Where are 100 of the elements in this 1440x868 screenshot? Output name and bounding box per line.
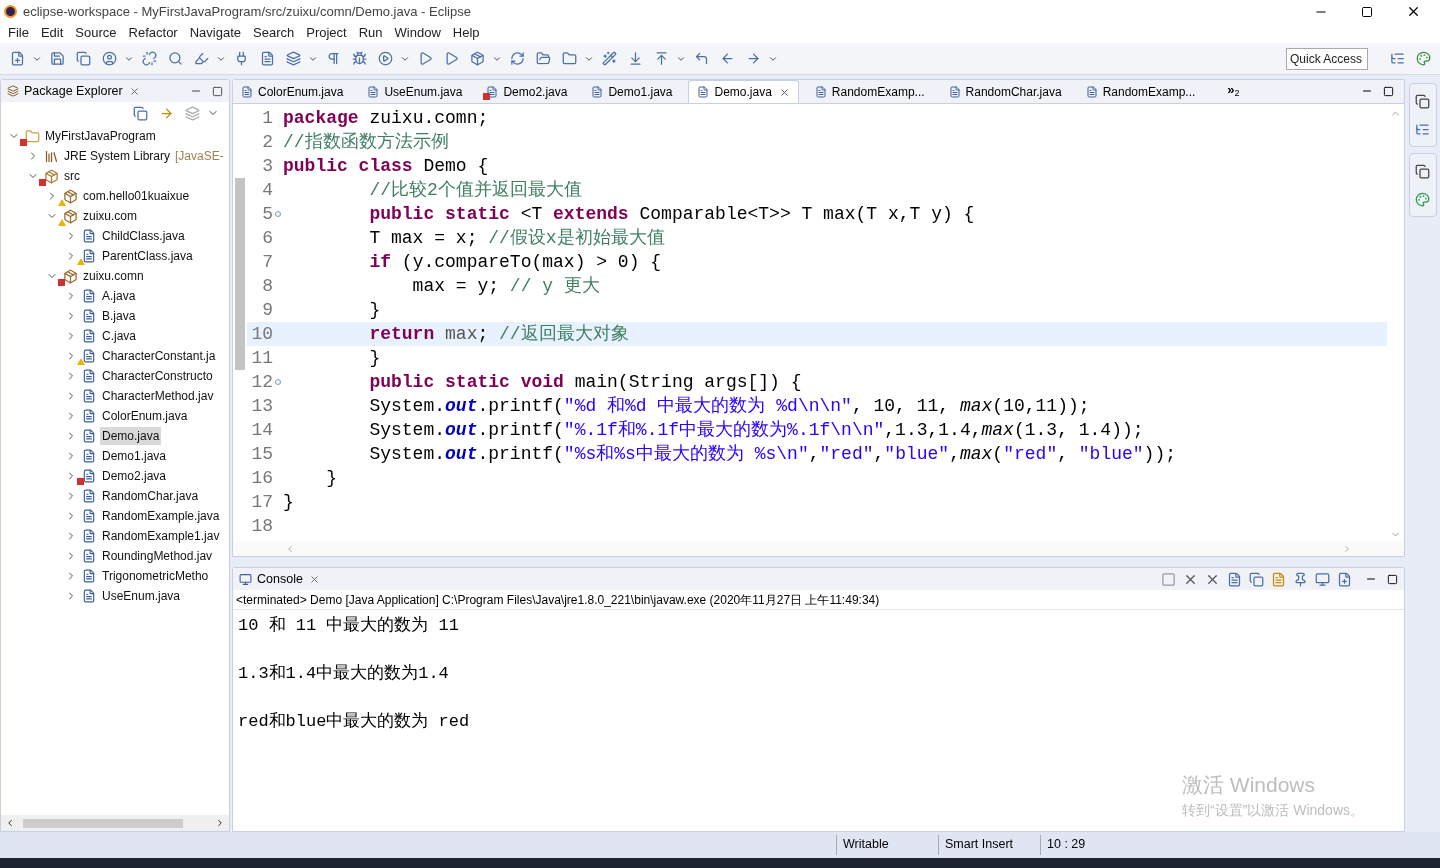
- folder-icon[interactable]: [535, 51, 551, 66]
- tree-item[interactable]: JRE System Library: [62, 147, 173, 165]
- menu-item[interactable]: Help: [446, 23, 486, 43]
- save-icon[interactable]: [49, 51, 65, 66]
- line-number: 18: [250, 514, 273, 538]
- right-arrow-icon[interactable]: [745, 51, 761, 66]
- line-number: 5: [261, 202, 273, 226]
- highlighter-icon[interactable]: [193, 51, 209, 66]
- wand-icon[interactable]: [601, 51, 617, 66]
- tree-item[interactable]: Demo.java: [100, 427, 162, 445]
- editor-tab[interactable]: RandomExamp...: [1077, 80, 1204, 103]
- scrollbar-thumb[interactable]: [23, 818, 183, 828]
- tree-item[interactable]: zuixu.comn: [81, 267, 146, 285]
- palette-icon[interactable]: [1415, 191, 1430, 207]
- eclipse-logo-icon: [4, 5, 17, 18]
- maximize-icon[interactable]: [1361, 5, 1373, 18]
- console-output-line: red和blue中最大的数为 red: [238, 711, 471, 733]
- editor-tab[interactable]: ColorEnum.java: [233, 80, 352, 103]
- editor-tab[interactable]: Demo.java: [688, 80, 799, 103]
- scroll-left-icon[interactable]: [5, 818, 15, 828]
- tree-item[interactable]: src: [62, 167, 82, 185]
- tree-item[interactable]: RoundingMethod.jav: [100, 547, 215, 565]
- status-field: Writable: [836, 835, 938, 855]
- code-line: if (y.compareTo(max) > 0) {: [368, 250, 662, 274]
- tree-item[interactable]: RandomExample.java: [100, 507, 222, 525]
- user-icon[interactable]: [101, 51, 117, 66]
- menu-item[interactable]: Navigate: [183, 23, 247, 43]
- restore-icon[interactable]: [1415, 163, 1430, 179]
- tree-item[interactable]: Demo1.java: [100, 447, 169, 465]
- outline-icon[interactable]: [1415, 121, 1430, 137]
- menu-item[interactable]: Edit: [34, 23, 70, 43]
- new-console-icon[interactable]: [1336, 571, 1352, 587]
- line-number: 8: [261, 274, 273, 298]
- console-output-line: 10 和 11 中最大的数为 11: [238, 615, 461, 637]
- menu-item[interactable]: Project: [300, 23, 353, 43]
- menu-item[interactable]: Search: [247, 23, 301, 43]
- menu-item[interactable]: Window: [388, 23, 447, 43]
- tree-item[interactable]: MyFirstJavaProgram: [43, 127, 158, 145]
- tree-item[interactable]: com.hello01kuaixue: [81, 187, 192, 205]
- maximize-icon[interactable]: [1387, 573, 1398, 585]
- tree-item[interactable]: zuixu.com: [81, 207, 140, 225]
- window-title: eclipse-workspace - MyFirstJavaProgram/src/zuixu/comn/Demo.java - Eclipse: [23, 2, 471, 21]
- menu-item[interactable]: File: [2, 23, 35, 43]
- file-icon[interactable]: [259, 51, 275, 66]
- java-file-icon: [82, 469, 96, 483]
- new-file-icon[interactable]: [9, 51, 25, 66]
- line-number: 11: [250, 346, 273, 370]
- play-icon[interactable]: [417, 51, 433, 66]
- java-file-icon: [82, 569, 96, 583]
- tree-item[interactable]: A.java: [100, 287, 138, 305]
- menu-item[interactable]: Run: [352, 23, 389, 43]
- package-icon: [62, 188, 78, 204]
- pilcrow-icon[interactable]: [325, 51, 341, 66]
- tree-item[interactable]: UseEnum.java: [100, 587, 183, 605]
- pin-icon[interactable]: [1292, 571, 1308, 587]
- tree-item[interactable]: C.java: [100, 327, 138, 345]
- tree-item[interactable]: B.java: [100, 307, 138, 325]
- code-line: }: [283, 490, 294, 514]
- menu-item[interactable]: Refactor: [122, 23, 184, 43]
- tree-item[interactable]: CharacterMethod.jav: [100, 387, 216, 405]
- quick-access-field[interactable]: Quick Access: [1286, 47, 1368, 70]
- unlink-icon[interactable]: [141, 51, 157, 66]
- tab-overflow-button[interactable]: »$_{2}$: [1227, 79, 1240, 99]
- tree-item[interactable]: TrigonometricMetho: [100, 567, 211, 585]
- tree-item[interactable]: Demo2.java: [100, 467, 169, 485]
- view-tab[interactable]: Console: [257, 569, 303, 589]
- java-file-icon: [82, 489, 96, 503]
- horizontal-scrollbar[interactable]: [1, 815, 229, 831]
- play-icon[interactable]: [443, 51, 459, 66]
- tree-item[interactable]: CharacterConstructo: [100, 367, 215, 385]
- back-icon[interactable]: [693, 51, 709, 66]
- save-all-icon[interactable]: [75, 51, 91, 66]
- tree-item[interactable]: RandomChar.java: [100, 487, 201, 505]
- layers-icon[interactable]: [285, 51, 301, 66]
- editor-tab[interactable]: Demo2.java: [478, 80, 576, 103]
- java-file-icon: [697, 86, 710, 98]
- refresh-icon[interactable]: [509, 51, 525, 66]
- editor-tab[interactable]: RandomChar.java: [940, 80, 1070, 103]
- java-file-icon: [82, 229, 96, 243]
- tree-item[interactable]: ParentClass.java: [100, 247, 195, 265]
- scroll-right-icon[interactable]: [215, 818, 225, 828]
- run-icon[interactable]: [377, 51, 393, 66]
- tree-item[interactable]: ColorEnum.java: [100, 407, 190, 425]
- status-field: 10 : 29: [1040, 835, 1142, 855]
- tree-item[interactable]: CharacterConstant.ja: [100, 347, 218, 365]
- java-file-icon: [82, 529, 96, 543]
- display-icon[interactable]: [1314, 571, 1330, 587]
- editor-tab[interactable]: RandomExamp...: [806, 80, 933, 103]
- package-icon[interactable]: [469, 51, 485, 66]
- folder-icon[interactable]: [561, 51, 577, 66]
- menu-item[interactable]: Source: [69, 23, 123, 43]
- editor-tab[interactable]: Demo1.java: [583, 80, 681, 103]
- restore-icon[interactable]: [1415, 93, 1430, 109]
- search-icon[interactable]: [167, 51, 183, 66]
- tree-item[interactable]: RandomExample1.jav: [100, 527, 222, 545]
- bug-icon[interactable]: [351, 51, 367, 66]
- tree-item[interactable]: ChildClass.java: [100, 227, 187, 245]
- stop-icon[interactable]: [1160, 571, 1176, 587]
- maximize-icon[interactable]: [1383, 86, 1394, 97]
- editor-tab[interactable]: UseEnum.java: [359, 80, 471, 103]
